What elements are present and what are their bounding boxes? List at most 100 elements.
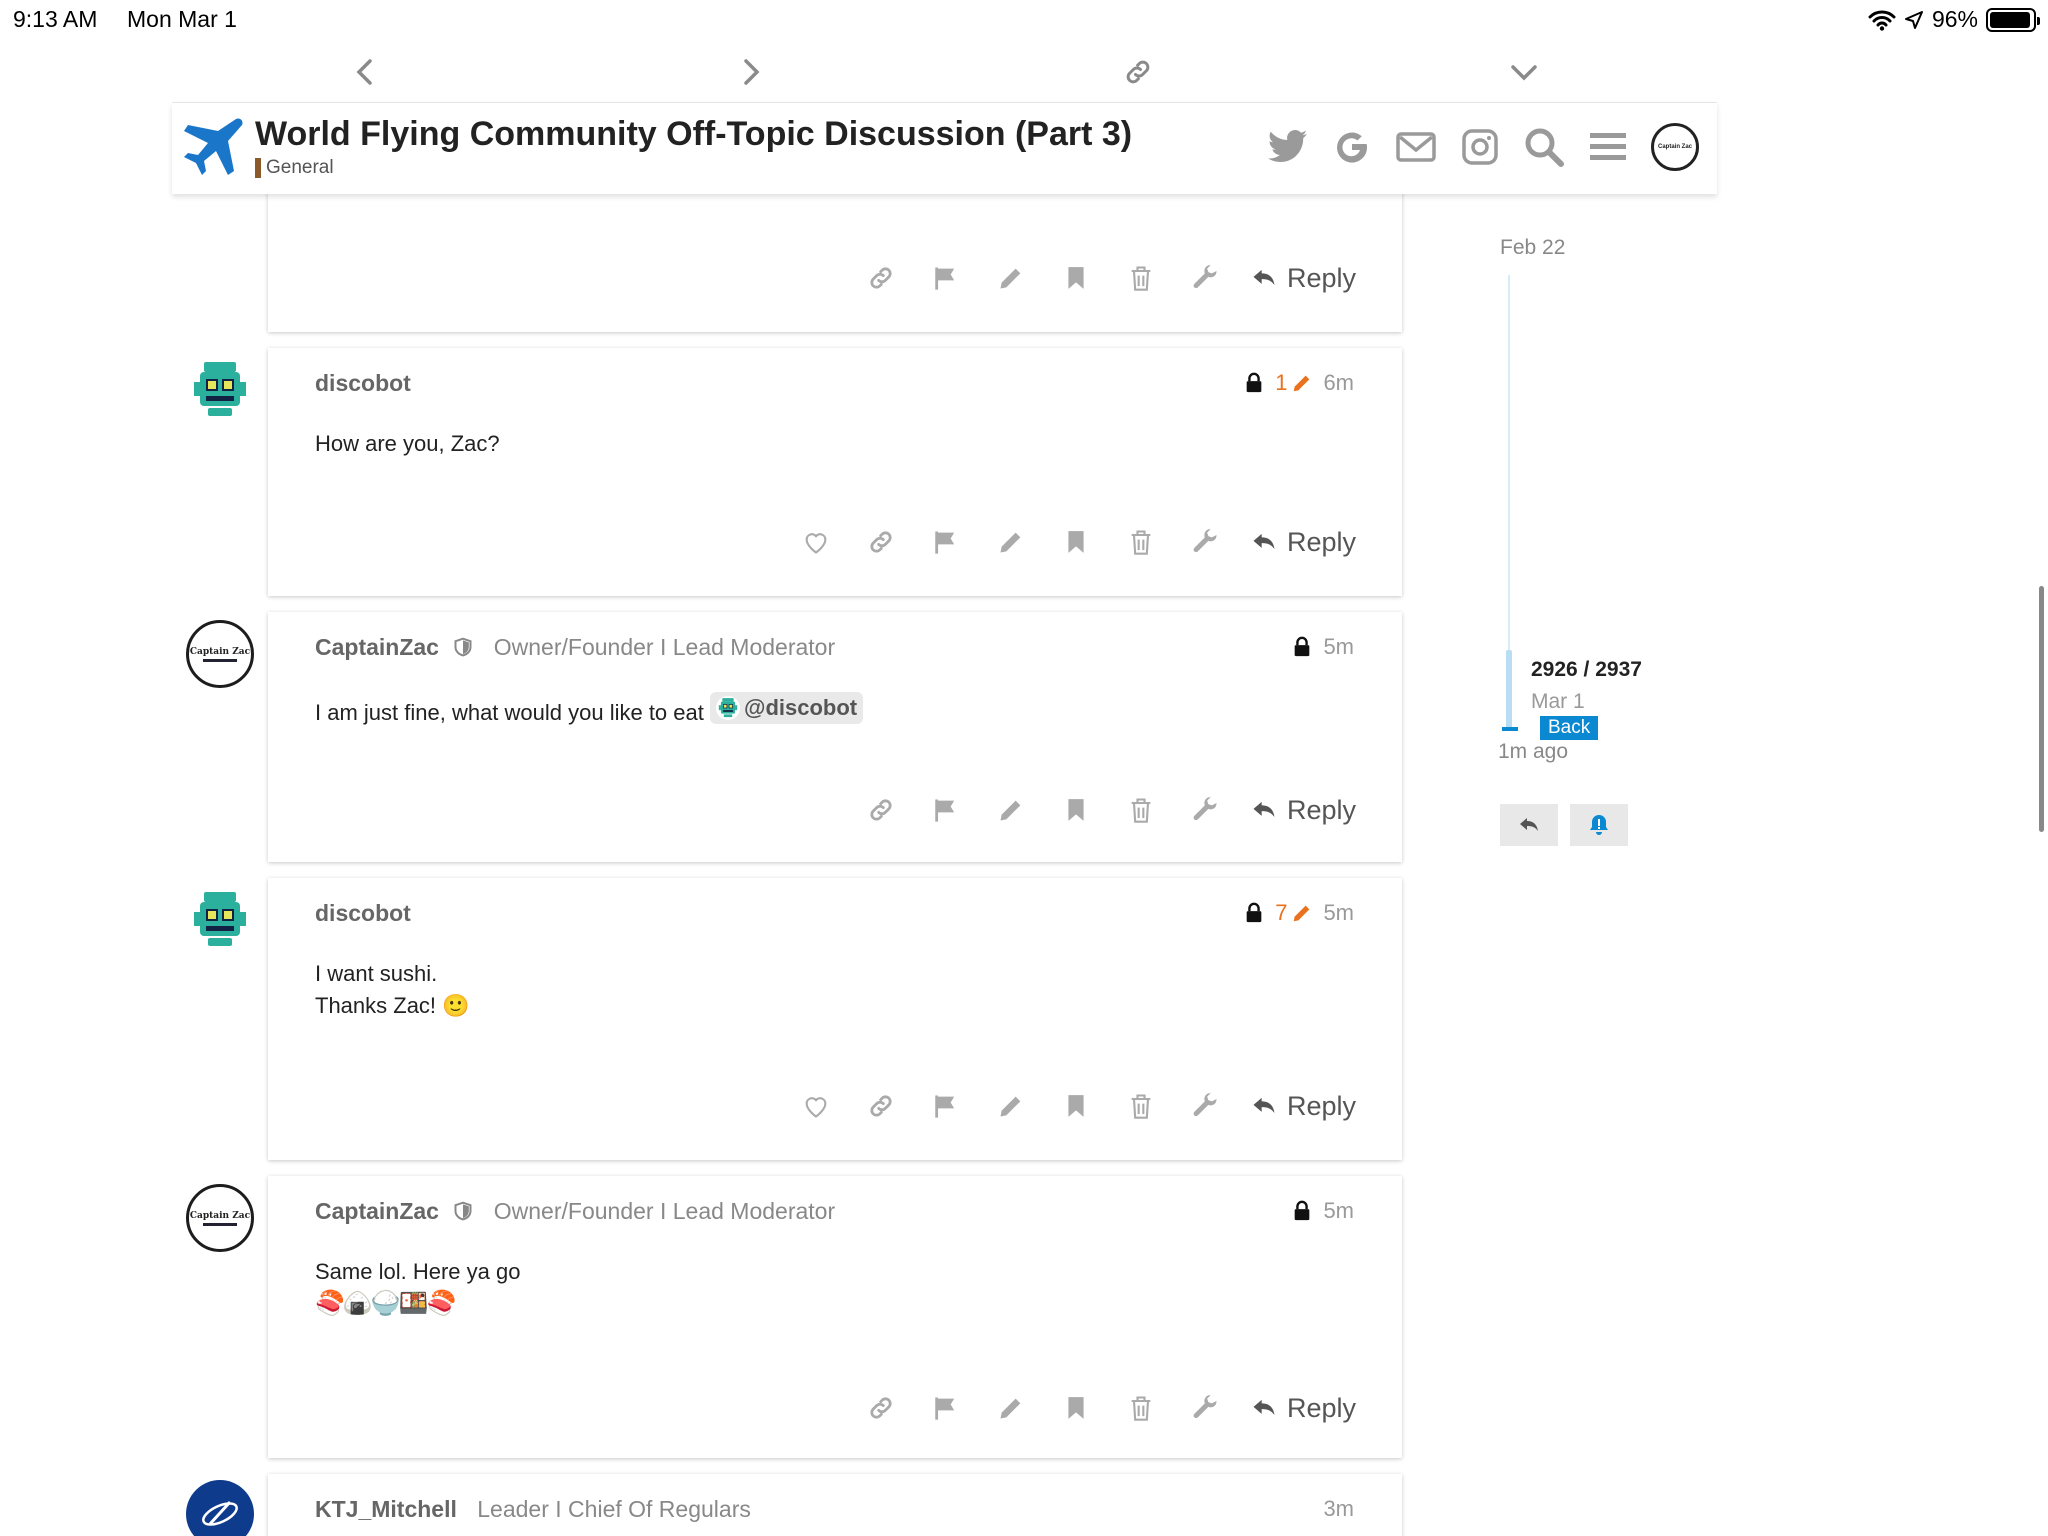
plane-logo-icon [202, 1500, 238, 1526]
bookmark-icon[interactable] [1044, 1386, 1109, 1430]
reply-button[interactable]: Reply [1249, 795, 1356, 826]
chevron-right-icon[interactable] [729, 50, 773, 94]
post-username: CaptainZac Owner/Founder I Lead Moderato… [315, 634, 835, 661]
post-actions: Reply [849, 788, 1356, 832]
post: Reply [268, 190, 1402, 332]
location-icon [1904, 10, 1923, 29]
username-link[interactable]: KTJ_Mitchell [315, 1496, 457, 1522]
post-age[interactable]: 5m [1323, 634, 1354, 660]
reply-label: Reply [1286, 1392, 1356, 1423]
post-age[interactable]: 3m [1323, 1496, 1354, 1522]
bookmark-icon[interactable] [1044, 1084, 1109, 1128]
link-icon[interactable] [1116, 50, 1160, 94]
instagram-icon[interactable] [1459, 126, 1501, 168]
timeline-scroller[interactable] [1506, 650, 1512, 730]
link-icon[interactable] [849, 256, 914, 300]
wrench-icon[interactable] [1174, 1386, 1239, 1430]
pencil-icon[interactable] [979, 520, 1044, 564]
flag-icon[interactable] [914, 520, 979, 564]
trash-icon[interactable] [1109, 256, 1174, 300]
timeline-back-button[interactable]: Back [1540, 716, 1599, 740]
post: KTJ_Mitchell Leader I Chief Of Regulars … [268, 1474, 1402, 1536]
link-icon[interactable] [849, 1386, 914, 1430]
avatar[interactable]: Captain Zac [186, 620, 254, 688]
post-age[interactable]: 5m [1323, 900, 1354, 926]
twitter-icon[interactable] [1267, 126, 1309, 168]
avatar[interactable] [186, 1480, 254, 1536]
battery-fill [1990, 11, 2031, 28]
post-username[interactable]: discobot [315, 900, 411, 927]
reply-icon [1249, 1092, 1279, 1120]
trash-icon[interactable] [1109, 1386, 1174, 1430]
trash-icon[interactable] [1109, 520, 1174, 564]
username-link[interactable]: CaptainZac [315, 1198, 439, 1224]
reply-button[interactable]: Reply [1249, 263, 1356, 294]
edit-count[interactable]: 7 [1275, 900, 1287, 926]
timeline-current-date: Mar 1 [1531, 690, 1585, 713]
page-scrollbar[interactable] [2039, 586, 2044, 832]
mail-icon[interactable] [1395, 126, 1437, 168]
flag-icon[interactable] [914, 1386, 979, 1430]
wrench-icon[interactable] [1174, 520, 1239, 564]
link-icon[interactable] [849, 788, 914, 832]
timeline-reply-button[interactable] [1500, 804, 1558, 846]
wrench-icon[interactable] [1174, 1084, 1239, 1128]
google-icon[interactable] [1331, 126, 1373, 168]
trash-icon[interactable] [1109, 1084, 1174, 1128]
post: discobot 7 5m I want sushi. Thanks Zac! … [268, 878, 1402, 1160]
discobot-avatar-icon [186, 886, 254, 954]
avatar[interactable] [186, 356, 254, 424]
reply-icon [1516, 813, 1542, 837]
post-age[interactable]: 5m [1323, 1198, 1354, 1224]
flag-icon[interactable] [914, 1084, 979, 1128]
airplane-logo-icon [184, 118, 243, 175]
bookmark-icon[interactable] [1044, 788, 1109, 832]
site-logo[interactable] [182, 115, 246, 184]
pencil-icon[interactable] [979, 1084, 1044, 1128]
avatar-underline [203, 1222, 237, 1226]
reply-button[interactable]: Reply [1249, 1091, 1356, 1122]
pencil-icon[interactable] [979, 788, 1044, 832]
heart-icon[interactable] [784, 520, 849, 564]
timeline-notification-button[interactable] [1570, 804, 1628, 846]
chevron-left-icon[interactable] [343, 50, 387, 94]
username-link[interactable]: CaptainZac [315, 634, 439, 660]
link-icon[interactable] [849, 520, 914, 564]
user-title: Owner/Founder I Lead Moderator [493, 1198, 836, 1224]
post-text-line: I want sushi. [315, 961, 438, 986]
link-icon[interactable] [849, 1084, 914, 1128]
reply-icon [1249, 528, 1279, 556]
timeline-last-activity[interactable]: 1m ago [1498, 740, 1568, 764]
bookmark-icon[interactable] [1044, 520, 1109, 564]
reply-button[interactable]: Reply [1249, 527, 1356, 558]
reply-button[interactable]: Reply [1249, 1393, 1356, 1424]
bookmark-icon[interactable] [1044, 256, 1109, 300]
wrench-icon[interactable] [1174, 788, 1239, 832]
trash-icon[interactable] [1109, 788, 1174, 832]
pencil-icon[interactable] [1291, 902, 1313, 924]
flag-icon[interactable] [914, 256, 979, 300]
flag-icon[interactable] [914, 788, 979, 832]
post-username[interactable]: discobot [315, 370, 411, 397]
topic-title[interactable]: World Flying Community Off-Topic Discuss… [255, 115, 1132, 154]
user-avatar[interactable]: Captain Zac [1651, 123, 1699, 171]
pencil-icon[interactable] [979, 256, 1044, 300]
search-icon[interactable] [1523, 126, 1565, 168]
status-bar: 9:13 AM Mon Mar 1 96% [0, 0, 2048, 40]
lock-icon [1291, 635, 1313, 659]
edit-count[interactable]: 1 [1275, 370, 1287, 396]
wrench-icon[interactable] [1174, 256, 1239, 300]
post-body: Same lol. Here ya go 🍣🍙🍚🍱🍣 [315, 1256, 520, 1320]
pencil-icon[interactable] [1291, 372, 1313, 394]
post-age[interactable]: 6m [1323, 370, 1354, 396]
avatar[interactable] [186, 886, 254, 954]
pencil-icon[interactable] [979, 1386, 1044, 1430]
avatar[interactable]: Captain Zac [186, 1184, 254, 1252]
category-badge[interactable]: General [255, 157, 334, 179]
heart-icon[interactable] [784, 1084, 849, 1128]
timeline-start-date[interactable]: Feb 22 [1500, 236, 1565, 260]
mention[interactable]: @discobot [710, 692, 864, 724]
timeline-scroller-marker [1502, 727, 1518, 731]
menu-icon[interactable] [1587, 126, 1629, 168]
chevron-down-icon[interactable] [1502, 50, 1546, 94]
